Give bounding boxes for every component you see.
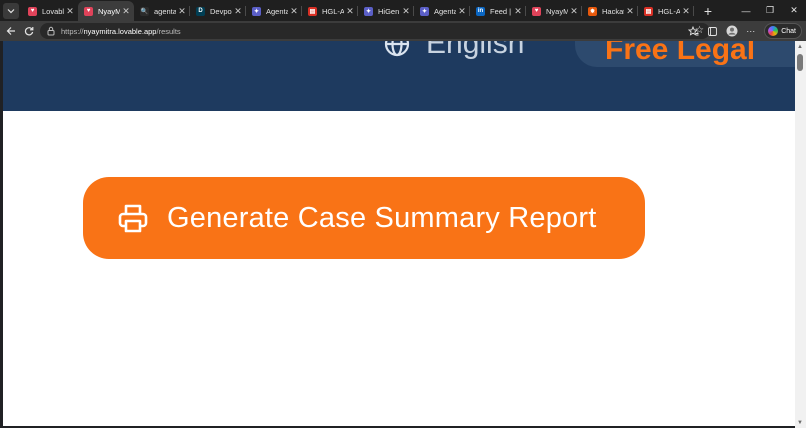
page-scrollbar[interactable]: ▲ ▼ xyxy=(795,41,806,428)
copilot-chat-button[interactable]: Chat xyxy=(764,23,802,39)
close-tab-icon[interactable]: ✕ xyxy=(176,6,188,17)
browser-tab[interactable]: ♥ NyayMitr✕ xyxy=(526,1,582,21)
ellipsis-icon: ··· xyxy=(746,26,756,36)
reload-button[interactable] xyxy=(20,22,38,40)
generate-button-label: Generate Case Summary Report xyxy=(167,201,597,234)
tab-title: HGL-AG xyxy=(658,6,680,16)
more-options-button[interactable]: ··· xyxy=(741,23,760,39)
tab-separator xyxy=(693,6,694,16)
free-legal-label: Free Legal xyxy=(605,41,756,66)
close-tab-icon[interactable]: ✕ xyxy=(344,6,356,17)
close-tab-icon[interactable]: ✕ xyxy=(680,6,692,17)
chevron-down-icon xyxy=(7,8,15,13)
browser-tab[interactable]: D Devpost✕ xyxy=(190,1,246,21)
close-tab-icon[interactable]: ✕ xyxy=(568,6,580,17)
printer-icon xyxy=(118,204,148,233)
tab-title: Feed | Lin xyxy=(490,6,512,16)
tab-actions-menu-button[interactable] xyxy=(1,1,21,21)
tab-favicon-icon: ♥ xyxy=(28,6,37,16)
generate-case-summary-report-button[interactable]: Generate Case Summary Report xyxy=(83,177,645,259)
chat-label: Chat xyxy=(781,27,796,35)
close-tab-icon[interactable]: ✕ xyxy=(400,6,412,17)
collections-icon xyxy=(708,26,718,36)
browser-tab[interactable]: ♥ Lovable✕ xyxy=(22,1,78,21)
restore-button[interactable]: ❐ xyxy=(758,0,782,21)
reload-icon xyxy=(24,27,34,36)
tab-list: ♥Lovable✕♥NyayMitr✕🔍agentath✕DDevpost✕✦A… xyxy=(22,0,694,21)
close-tab-icon[interactable]: ✕ xyxy=(64,6,76,17)
url-scheme: https:// xyxy=(61,26,84,36)
site-info-icon[interactable] xyxy=(46,26,56,36)
back-button[interactable] xyxy=(2,22,20,40)
close-window-button[interactable]: ✕ xyxy=(782,0,806,21)
tab-favicon-icon: ▤ xyxy=(644,6,653,16)
browser-tab[interactable]: ▤ HGL-AG✕ xyxy=(302,1,358,21)
tab-title: agentath xyxy=(154,6,176,16)
browser-tab[interactable]: ✦ Agentath✕ xyxy=(414,1,470,21)
language-label: English xyxy=(426,41,525,60)
browser-tab[interactable]: ♥ NyayMitr✕ xyxy=(78,1,134,21)
tab-favicon-icon: in xyxy=(476,6,485,16)
close-tab-icon[interactable]: ✕ xyxy=(288,6,300,17)
address-bar[interactable]: https://nyaymitra.lovable.app/results ☆ xyxy=(40,23,710,39)
toolbar-right-actions: ··· Chat xyxy=(684,23,802,39)
copilot-icon xyxy=(768,26,779,36)
tab-title: Lovable xyxy=(42,6,64,16)
free-legal-badge: Free Legal xyxy=(575,41,795,67)
browser-tab[interactable]: 🔍 agentath✕ xyxy=(134,1,190,21)
close-tab-icon[interactable]: ✕ xyxy=(512,6,524,17)
tab-title: Hackatho xyxy=(602,6,624,16)
browser-tab[interactable]: ✦ Agentath✕ xyxy=(246,1,302,21)
scrollbar-thumb[interactable] xyxy=(797,54,803,71)
tab-favicon-icon: 🔍 xyxy=(140,6,149,16)
close-tab-icon[interactable]: ✕ xyxy=(232,6,244,17)
arrow-left-icon xyxy=(6,27,15,35)
profile-button[interactable] xyxy=(722,23,741,39)
tab-favicon-icon: ▤ xyxy=(308,6,317,16)
tab-favicon-icon: ✦ xyxy=(252,6,261,16)
close-tab-icon[interactable]: ✕ xyxy=(456,6,468,17)
browser-tab[interactable]: ✸ Hackatho✕ xyxy=(582,1,638,21)
tab-favicon-icon: ♥ xyxy=(532,6,541,16)
collections-button[interactable] xyxy=(703,23,722,39)
new-tab-button[interactable]: + xyxy=(698,1,718,21)
page-viewport: English Free Legal Generate Case Summary… xyxy=(3,41,795,426)
minimize-button[interactable]: — xyxy=(734,0,758,21)
url-path: /results xyxy=(156,26,181,36)
avatar-icon xyxy=(726,25,738,37)
window-controls: — ❐ ✕ xyxy=(734,0,806,21)
tab-favicon-icon: ✦ xyxy=(364,6,373,16)
browser-toolbar: https://nyaymitra.lovable.app/results ☆ … xyxy=(0,21,806,41)
language-selector[interactable]: English xyxy=(384,41,524,61)
globe-icon xyxy=(384,41,410,57)
tab-title: NyayMitr xyxy=(98,6,120,16)
url-text: https://nyaymitra.lovable.app/results xyxy=(61,27,181,36)
tab-title: NyayMitr xyxy=(546,6,568,16)
favorites-button[interactable] xyxy=(684,23,703,39)
browser-tab[interactable]: in Feed | Lin✕ xyxy=(470,1,526,21)
scroll-down-arrow-icon[interactable]: ▼ xyxy=(797,420,803,426)
close-tab-icon[interactable]: ✕ xyxy=(120,6,132,17)
url-host: nyaymitra.lovable.app xyxy=(83,26,157,36)
tab-favicon-icon: ✦ xyxy=(420,6,429,16)
tab-title: Devpost xyxy=(210,6,232,16)
tab-favicon-icon: D xyxy=(196,6,205,16)
browser-tab[interactable]: ▤ HGL-AG✕ xyxy=(638,1,694,21)
tab-favicon-icon: ♥ xyxy=(84,6,93,16)
tab-title: Agentath xyxy=(266,6,288,16)
header-banner: English Free Legal xyxy=(3,41,795,111)
tab-title: Agentath xyxy=(434,6,456,16)
tab-strip: ♥Lovable✕♥NyayMitr✕🔍agentath✕DDevpost✕✦A… xyxy=(0,0,806,21)
browser-tab[interactable]: ✦ HiGen Lin✕ xyxy=(358,1,414,21)
close-tab-icon[interactable]: ✕ xyxy=(624,6,636,17)
tab-title: HGL-AG xyxy=(322,6,344,16)
favorites-icon xyxy=(688,25,699,36)
scroll-up-arrow-icon[interactable]: ▲ xyxy=(797,44,803,50)
tab-title: HiGen Lin xyxy=(378,6,400,16)
tab-favicon-icon: ✸ xyxy=(588,6,597,16)
